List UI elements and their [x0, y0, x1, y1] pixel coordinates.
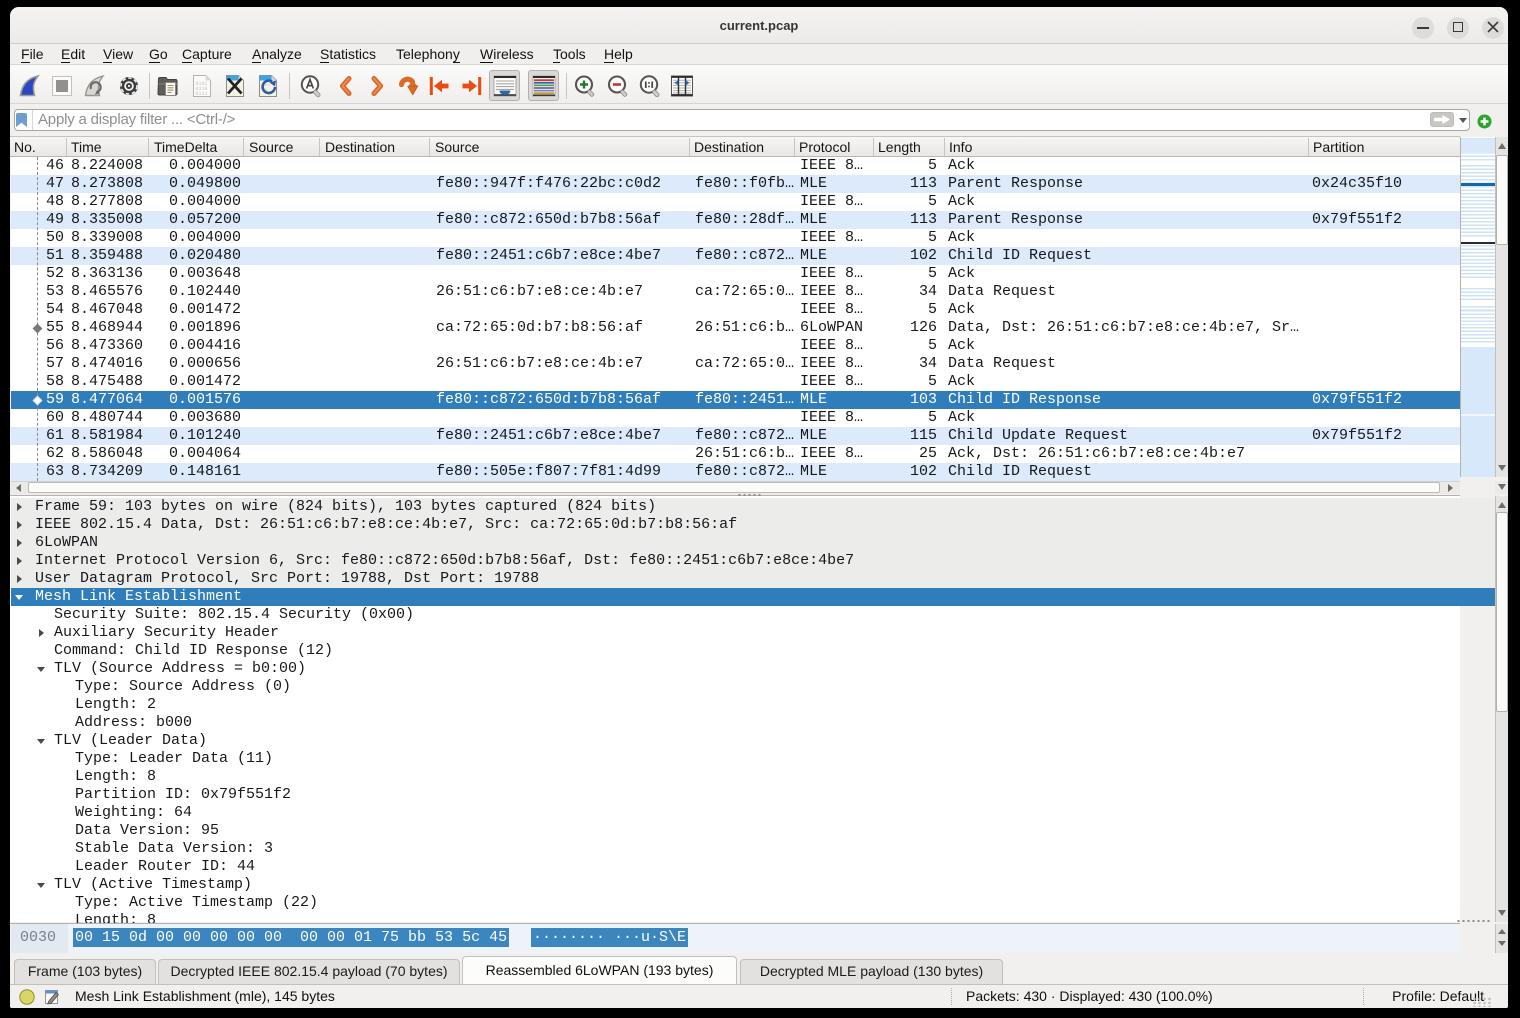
svg-text:0111: 0111	[196, 91, 208, 97]
